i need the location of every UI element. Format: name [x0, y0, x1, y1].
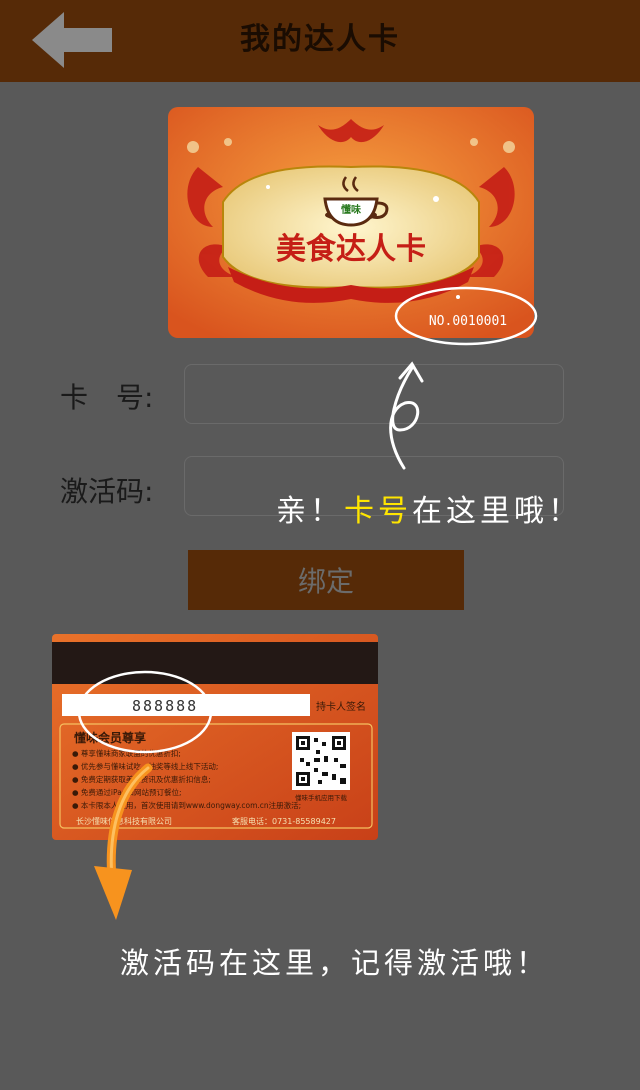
company-name: 长沙懂味信息科技有限公司 — [76, 816, 172, 826]
card-number-label: 卡 号: — [60, 381, 154, 414]
header-bar: 我的达人卡 — [0, 0, 640, 82]
activation-code-label: 激活码: — [60, 475, 154, 508]
bind-button[interactable]: 绑定 — [188, 550, 464, 610]
benefit-item: ● 免费定期获取美食资讯及优惠折扣信息; — [72, 774, 211, 784]
benefit-item: ● 免费通过iPad和网站预订餐位; — [72, 787, 182, 797]
card-number-hint: 亲！卡号在这里哦！ — [276, 486, 582, 530]
hotline-text: 客服电话：0731-85589427 — [232, 816, 336, 826]
qr-code-icon — [292, 732, 350, 790]
card-number-text: NO.0010001 — [429, 314, 507, 329]
page-title: 我的达人卡 — [240, 22, 400, 57]
activation-code-text: 888888 — [132, 697, 198, 715]
card-number-input[interactable] — [184, 364, 564, 424]
benefits-heading: 懂味会员尊享 — [73, 730, 146, 745]
activation-hint: 激活码在这里，记得激活哦！ — [120, 946, 550, 980]
card-back-image: 888888 持卡人签名 懂味会员尊享 ● 尊享懂味商家联盟的优惠折扣; ● 优… — [52, 634, 378, 840]
card-logo-text: 懂味 — [341, 203, 361, 216]
signature-label: 持卡人签名 — [316, 700, 366, 713]
benefit-item: ● 优先参与懂味试吃、抽奖等线上线下活动; — [72, 761, 218, 771]
benefit-item: ● 本卡限本人使用，首次使用请到www.dongway.com.cn注册激活; — [72, 800, 301, 810]
hint-highlight: 卡号 — [344, 494, 412, 529]
hint-prefix: 亲！ — [276, 494, 344, 529]
qr-caption: 懂味手机应用下载 — [295, 793, 348, 802]
benefit-item: ● 尊享懂味商家联盟的优惠折扣; — [72, 748, 181, 758]
card-front-image: 懂味 美食达人卡 NO.0010001 — [168, 107, 534, 338]
hint-suffix: 在这里哦！ — [412, 494, 582, 529]
card-front-title: 美食达人卡 — [276, 232, 426, 267]
